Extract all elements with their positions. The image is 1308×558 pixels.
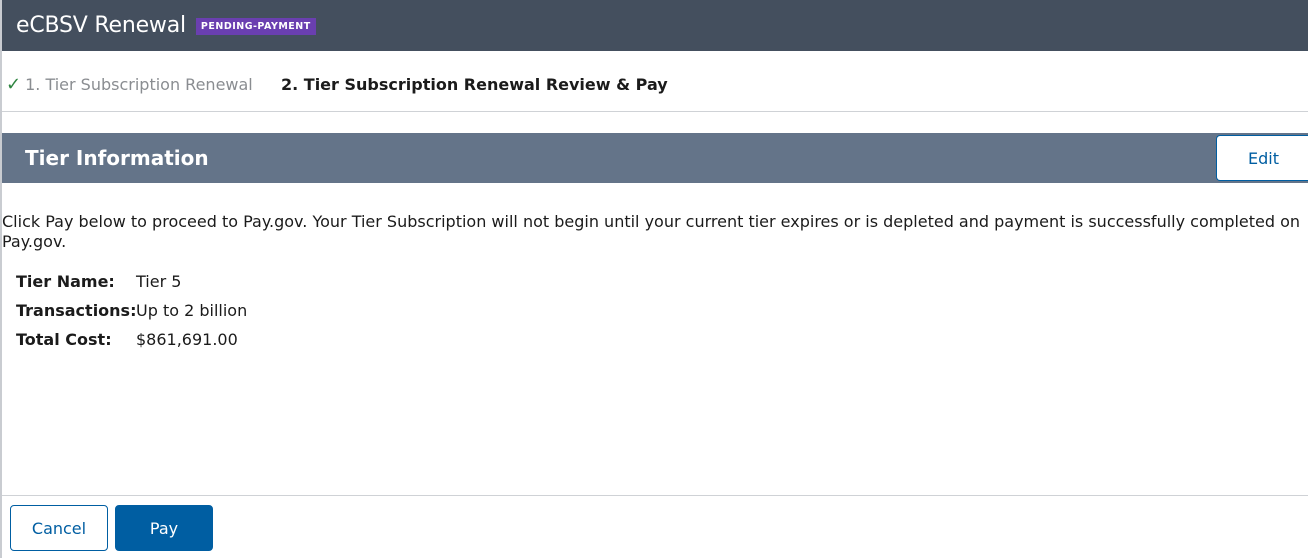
check-icon: ✓ (6, 73, 22, 95)
step-2-label: 2. Tier Subscription Renewal Review & Pa… (281, 75, 668, 94)
tier-info-list: Tier Name: Tier 5 Transactions: Up to 2 … (16, 267, 247, 354)
transactions-row: Transactions: Up to 2 billion (16, 296, 247, 325)
action-footer: Cancel Pay (2, 495, 1308, 558)
step-1: ✓ 1. Tier Subscription Renewal (6, 75, 253, 94)
total-cost-row: Total Cost: $861,691.00 (16, 325, 247, 354)
step-1-label: 1. Tier Subscription Renewal (25, 75, 253, 94)
section-title: Tier Information (25, 146, 209, 170)
tier-name-label: Tier Name: (16, 272, 115, 291)
transactions-label: Transactions: (16, 301, 137, 320)
pay-button[interactable]: Pay (115, 505, 213, 551)
status-badge: PENDING-PAYMENT (195, 18, 316, 35)
page: eCBSV Renewal PENDING-PAYMENT ✓ 1. Tier … (0, 0, 1308, 558)
payment-notice: Click Pay below to proceed to Pay.gov. Y… (2, 212, 1301, 251)
step-indicator: ✓ 1. Tier Subscription Renewal 2. Tier S… (2, 51, 1308, 112)
total-cost-value: $861,691.00 (136, 330, 238, 349)
page-title: eCBSV Renewal (16, 13, 186, 38)
tier-name-row: Tier Name: Tier 5 (16, 267, 247, 296)
edit-button[interactable]: Edit (1216, 135, 1308, 181)
cancel-button[interactable]: Cancel (10, 505, 108, 551)
step-2: 2. Tier Subscription Renewal Review & Pa… (281, 75, 668, 94)
tier-information-header: Tier Information Edit (2, 133, 1308, 183)
total-cost-label: Total Cost: (16, 330, 112, 349)
tier-name-value: Tier 5 (136, 272, 182, 291)
transactions-value: Up to 2 billion (136, 301, 248, 320)
app-header: eCBSV Renewal PENDING-PAYMENT (2, 0, 1308, 51)
